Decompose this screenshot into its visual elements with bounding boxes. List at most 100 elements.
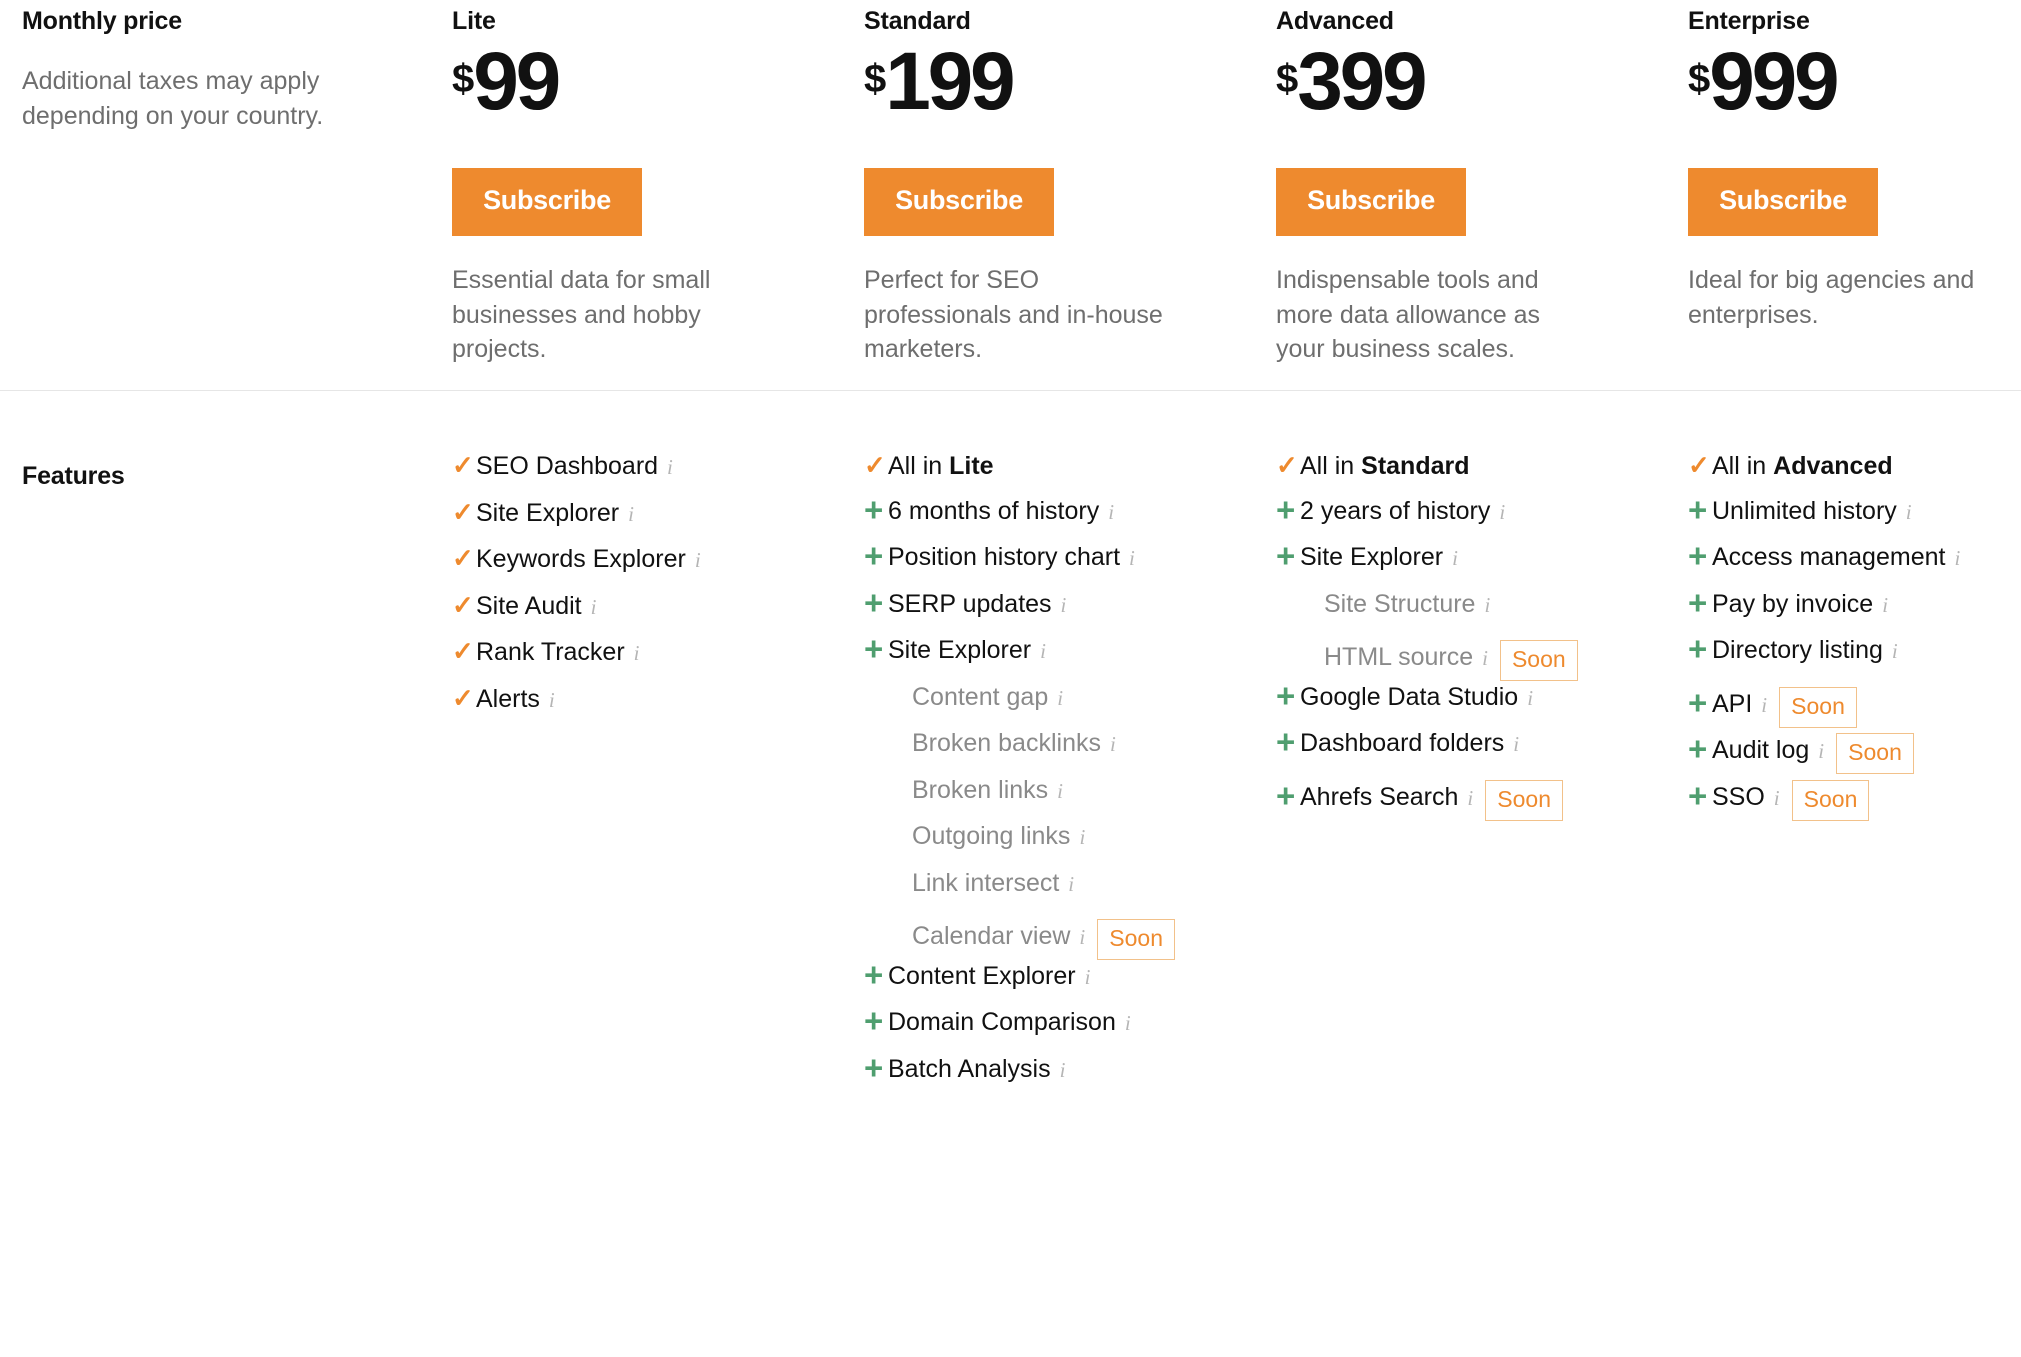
feature-item: ✓ Keywords Explorer i [452,545,864,592]
feature-label: 6 months of history [888,496,1100,525]
feature-label: Broken backlinks [912,729,1101,757]
info-icon[interactable]: i [1060,1059,1066,1081]
subscribe-button-lite[interactable]: Subscribe [452,168,642,237]
feature-item: Site Structure i [1276,589,1688,639]
soon-badge: Soon [1791,779,1870,821]
info-icon[interactable]: i [549,689,555,711]
plan-description-standard: Perfect for SEO professionals and in-hou… [864,266,1163,364]
subscribe-button-advanced[interactable]: Subscribe [1276,168,1466,237]
feature-label: SEO Dashboard [476,452,659,480]
plan-name-lite: Lite [452,7,496,35]
feature-label: Link intersect [912,868,1060,897]
feature-item: + Domain Comparison i [864,1002,1131,1039]
price-row: Monthly price Additional taxes may apply… [0,0,2021,367]
soon-badge: Soon [1779,686,1857,728]
info-icon[interactable]: i [1068,873,1074,895]
info-icon[interactable]: i [1108,501,1114,523]
feature-label: Directory listing [1712,636,1883,664]
check-icon: ✓ [452,636,474,666]
info-icon[interactable]: i [1513,734,1519,755]
feature-label: API [1712,689,1753,718]
feature-item: + Pay by invoice i [1688,583,1889,621]
feature-label: Site Explorer [1300,543,1444,571]
info-icon[interactable]: i [1057,780,1063,802]
info-icon[interactable]: i [1774,787,1780,809]
feature-item: ✓ SEO Dashboard i [452,452,864,499]
plan-price-enterprise: $ 999 [1688,41,2021,135]
price-amount: 199 [885,36,1015,128]
feature-item: + Position history chart i [864,537,1135,574]
check-icon: ✓ [452,450,474,480]
info-icon[interactable]: i [1527,687,1533,709]
feature-label: Broken links [912,775,1049,804]
info-icon[interactable]: i [1482,648,1488,669]
feature-label: SERP updates [888,589,1052,618]
feature-label: Keywords Explorer [476,545,686,573]
info-icon[interactable]: i [667,457,673,478]
info-icon[interactable]: i [1499,501,1505,523]
feature-item: + Audit log i Soon [1688,731,2021,778]
feature-list-enterprise: ✓ All in Advanced + Unlimited history i + Acce… [1688,452,2021,824]
info-icon[interactable]: i [628,503,634,525]
feature-item: + Batch Analysis i [864,1048,1066,1086]
feature-label: Ahrefs Search [1300,782,1459,811]
feature-label: All in Standard [1300,452,1470,480]
feature-label: Alerts [476,684,540,713]
info-icon[interactable]: i [695,550,701,571]
check-icon: ✓ [1276,450,1298,480]
feature-item: Outgoing links i [864,824,1276,871]
info-icon[interactable]: i [1882,594,1888,616]
currency-symbol: $ [864,57,886,102]
features-column-enterprise: ✓ All in Advanced + Unlimited history i + Acce… [1688,452,2021,1103]
info-icon[interactable]: i [1125,1013,1131,1034]
feature-item: + Google Data Studio i [1276,676,1534,714]
soon-badge: Soon [1097,919,1175,960]
feature-list-standard: ✓ All in Lite +6 months of history i + Positi… [864,452,1276,1103]
feature-label: Content Explorer [888,961,1076,990]
info-icon[interactable]: i [1761,694,1767,716]
info-icon[interactable]: i [1079,927,1085,948]
info-icon[interactable]: i [1452,548,1458,569]
feature-item: + Content Explorer i [864,955,1091,993]
monthly-price-label: Monthly price [22,7,182,35]
info-icon[interactable]: i [634,643,640,664]
feature-item: ✓ All in Advanced [1688,452,2021,499]
feature-label: SSO [1712,782,1765,811]
subscribe-button-enterprise[interactable]: Subscribe [1688,168,1878,237]
feature-label: Domain Comparison [888,1008,1116,1036]
subscribe-button-standard[interactable]: Subscribe [864,168,1054,237]
info-icon[interactable]: i [1129,548,1135,569]
soon-badge: Soon [1836,733,1914,774]
info-icon[interactable]: i [591,596,597,618]
feature-item: ✓ Alerts i [452,685,864,732]
feature-item: ✓ All in Lite [864,452,1276,499]
plan-description-advanced: Indispensable tools and more data allowa… [1276,266,1541,364]
info-icon[interactable]: i [1079,827,1085,848]
info-icon[interactable]: i [1818,741,1824,762]
plan-price-standard: $ 199 [864,36,1276,135]
info-icon[interactable]: i [1085,966,1091,988]
info-icon[interactable]: i [1057,687,1063,709]
info-icon[interactable]: i [1061,594,1067,616]
feature-item: Content gap i [864,684,1276,732]
feature-label: HTML source [1324,643,1474,671]
info-icon[interactable]: i [1467,787,1473,809]
plan-name-standard: Standard [864,7,971,35]
plan-price-lite: $ 99 [452,41,864,135]
info-icon[interactable]: i [1484,594,1490,616]
feature-item: ✓ Site Explorer i [452,499,864,546]
feature-item: Calendar view i Soon [864,917,1276,964]
info-icon[interactable]: i [1892,641,1898,662]
features-column-lite: ✓ SEO Dashboard i ✓ Site Explorer i ✓ Keywords … [452,452,864,1103]
check-icon: ✓ [452,543,474,573]
info-icon[interactable]: i [1110,734,1116,755]
feature-item: ✓ Rank Tracker i [452,638,864,685]
feature-label: Google Data Studio [1300,682,1519,711]
feature-label: Site Structure [1324,589,1476,618]
feature-label: Site Audit [476,591,582,620]
info-icon[interactable]: i [1906,501,1912,523]
info-icon[interactable]: i [1954,548,1960,569]
info-icon[interactable]: i [1040,641,1046,662]
plan-column-advanced: Advanced $ 399 Subscribe Indispensable t… [1276,6,1688,367]
feature-item: Broken links i [864,775,1276,825]
